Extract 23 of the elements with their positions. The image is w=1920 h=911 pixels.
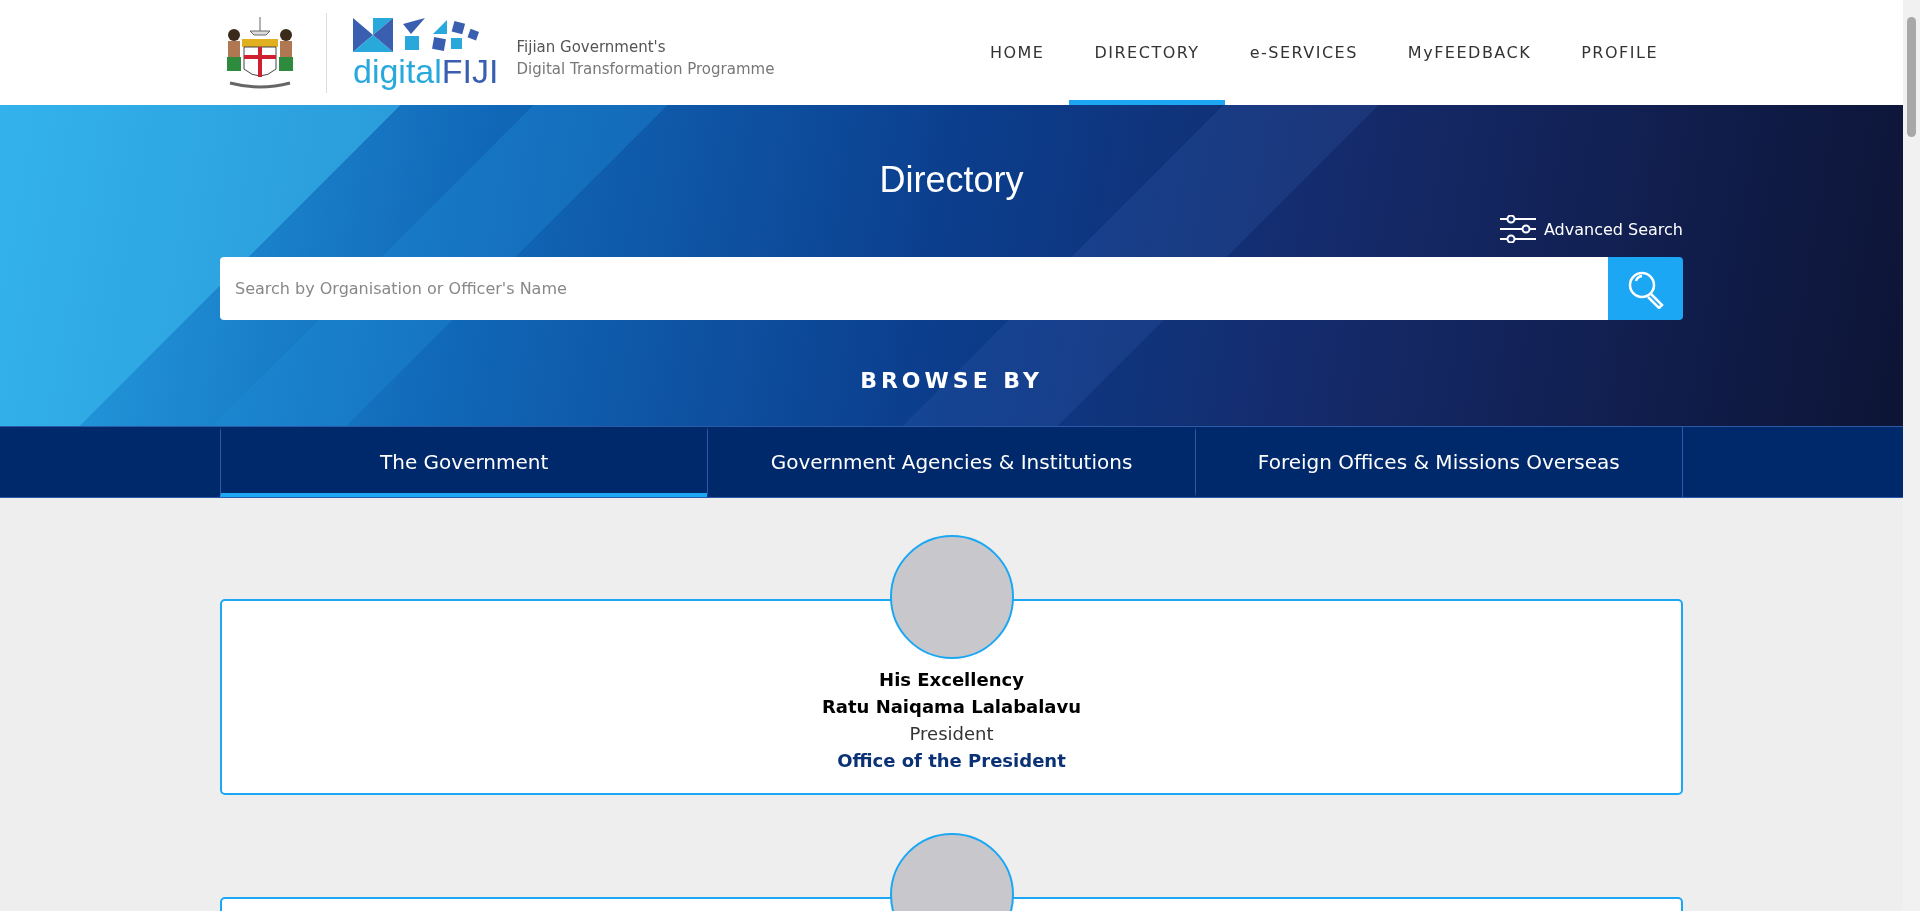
official-name: Ratu Naiqama Lalabalavu xyxy=(821,696,1082,717)
official-honorific: His Excellency xyxy=(879,669,1024,690)
search-button[interactable] xyxy=(1608,257,1683,320)
official-card[interactable]: His Excellency Ratu Naiqama Lalabalavu President Office of the President xyxy=(220,599,1683,795)
category-tab[interactable]: Foreign Offices & Missions Overseas xyxy=(1194,427,1682,497)
nav-link[interactable]: PROFILE xyxy=(1556,0,1683,105)
scrollbar-thumb[interactable] xyxy=(1907,17,1916,137)
category-tab[interactable]: The Government xyxy=(220,427,708,497)
office-link[interactable]: Office of the President xyxy=(837,750,1066,771)
tagline: Fijian Government's xyxy=(516,37,667,56)
tagline: Digital Transformation Programme xyxy=(516,59,775,78)
section-heading: BROWSE BY xyxy=(860,368,1043,393)
digitalfiji-wordmark[interactable]: digitalFIJI xyxy=(353,53,499,88)
official-position: President xyxy=(909,723,994,744)
page-title: Directory xyxy=(879,159,1024,201)
nav-link[interactable]: e-SERVICES xyxy=(1224,0,1383,105)
category-tab[interactable]: Government Agencies & Institutions xyxy=(707,427,1195,497)
nav-link[interactable]: HOME xyxy=(964,0,1070,105)
nav-link[interactable]: DIRECTORY xyxy=(1069,0,1225,105)
search-field[interactable]: Search by Organisation or Officer's Name xyxy=(220,257,1608,320)
sliders-icon xyxy=(1499,215,1536,243)
nav-link[interactable]: MyFEEDBACK xyxy=(1382,0,1557,105)
advanced-search-link[interactable]: Advanced Search xyxy=(1499,215,1683,243)
